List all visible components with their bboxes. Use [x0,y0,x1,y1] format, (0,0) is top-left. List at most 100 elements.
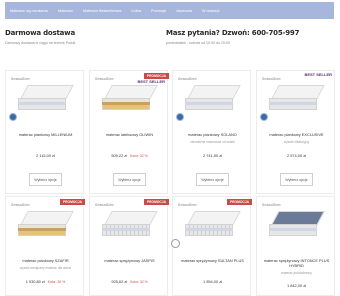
product-image[interactable]: SensoSive [257,197,336,253]
mattress-stripe [185,102,233,105]
quality-badge-icon [9,113,17,121]
product-name[interactable]: materac sprężynowy INTONCE PLUS HYBRID [257,258,336,268]
product-card[interactable]: SensoSive PROMOCJA materac piankowy SZAFIR… [5,196,85,296]
mattress-top [271,85,325,99]
product-card[interactable]: SensoSive PROMOCJA materac sprężynowy JASP… [89,196,169,296]
brand-logo: SensoSive [178,203,197,207]
product-card[interactable]: SensoSive materac piankowy SOLANO niezależ… [172,70,251,194]
product-name[interactable]: materac sprężynowy SULTAN PLUS [173,258,252,263]
brand-logo: SensoSive [95,203,114,207]
mattress-top [20,211,74,225]
price-value: 925,62 zł [111,279,128,284]
mattress-stripe [18,228,66,231]
mattress-stripe [102,228,150,231]
choose-options-button[interactable]: Wybierz opcje [113,173,146,186]
promo-ribbon: PROMOCJA [143,199,169,205]
mattress-illustration [185,85,241,115]
promo-ribbon: PROMOCJA [226,199,252,205]
nav-item-lozka[interactable]: Łóżka [127,9,147,13]
scroll-indicator[interactable] [171,239,180,248]
mattress-top [187,211,241,225]
product-name[interactable]: materac piankowy SOLANO [173,132,252,137]
mattress-stripe [102,102,150,105]
shipping-subtitle: Darmowy dostawa w ciągu na terenie Polsk… [5,41,76,45]
choose-options-button[interactable]: Wybierz opcje [280,173,313,186]
discount-label: Kolor: 32 % [130,154,148,158]
phone-info: Masz pytania? Dzwoń: 600-705-997 poniedz… [166,29,299,45]
product-image[interactable]: SensoSive [173,71,252,127]
brand-logo: SensoSive [11,77,30,81]
product-image[interactable]: SensoSive PROMOCJA [173,197,252,253]
best-seller-badge: BEST SELLER [137,79,165,84]
product-image[interactable]: SensoSive PROMOCJA [90,197,169,253]
discount-label: Kolor: 30 % [47,280,66,284]
brand-logo: SensoSive [178,77,197,81]
product-card[interactable]: SensoSive PROMOCJA BEST SELLER materac late… [89,70,169,194]
product-card[interactable]: SensoSive BEST SELLER materac piankowy EXC… [256,70,335,194]
product-card[interactable]: SensoSive materac piankowy MILLENIUM 2 115… [5,70,84,194]
mattress-stripe [269,102,317,105]
discount-label: Kolor: 32 % [130,280,148,284]
brand-logo: SensoSive [11,203,30,207]
phone-title: Masz pytania? Dzwoń: 600-705-997 [166,29,300,37]
phone-subtitle: poniedziałek - sobota od 10:00 do 20:00 [166,41,230,45]
mattress-stripe [185,228,233,231]
mattress-illustration [18,85,74,115]
product-image[interactable]: SensoSive [6,71,85,127]
product-description: materac jednostronny [281,271,312,275]
product-card[interactable]: SensoSive PROMOCJA materac sprężynowy SULT… [172,196,252,296]
top-navigation: Materace wg rozmiarów Materace Materace … [0,0,340,22]
choose-options-button[interactable]: Wybierz opcje [29,173,62,186]
product-name[interactable]: materac piankowy EXCLUSIVE [257,132,336,137]
promo-ribbon: PROMOCJA [59,199,85,205]
mattress-top [20,85,74,99]
shipping-title: Darmowa dostawa [5,29,75,37]
quality-badge-icon [176,113,184,121]
product-name[interactable]: materac piankowy SZAFIR [6,258,85,263]
choose-options-button[interactable]: Wybierz opcje [196,173,229,186]
price-value: 2 574,00 zł [286,153,307,158]
product-price: 1 842,00 zł [257,283,336,288]
price-value: 1 030,80 zł [25,279,45,284]
mattress-illustration [102,211,158,241]
mattress-top [271,211,325,225]
product-price: 2 115,00 zł [6,153,85,158]
product-name[interactable]: materac piankowy MILLENIUM [6,132,85,137]
price-value: 509,22 zł [111,153,128,158]
quality-badge-icon [260,113,268,121]
product-name[interactable]: materac sprężynowy JASPIS [90,258,169,263]
mattress-illustration [269,85,325,115]
brand-logo: SensoSive [262,203,281,207]
mattress-illustration [18,211,74,241]
nav-item-nowosci[interactable]: W nowości [197,9,224,13]
product-name[interactable]: materac lateksowy OLIWIN [90,132,169,137]
nav-bar: Materace wg rozmiarów Materace Materace … [5,2,334,19]
brand-logo: SensoSive [262,77,281,81]
product-description: wysoki nieakcyjny [283,140,310,144]
product-image[interactable]: SensoSive PROMOCJA BEST SELLER [90,71,169,127]
nav-item-bestsellery[interactable]: Materace Bestsellerowe [78,9,126,13]
product-price: 2 574,00 zł [257,153,336,158]
product-price: 509,22 zł Kolor: 32 % [90,153,169,158]
nav-item-promocje[interactable]: Promocje [146,9,171,13]
product-image[interactable]: SensoSive PROMOCJA [6,197,85,253]
mattress-illustration [102,85,158,115]
mattress-top [104,85,158,99]
product-image[interactable]: SensoSive BEST SELLER [257,71,336,127]
mattress-illustration [185,211,241,241]
brand-logo: SensoSive [95,77,114,81]
product-price: 1 030,80 zł Kolor: 30 % [6,279,85,284]
nav-item-materace[interactable]: Materace [53,9,78,13]
price-value: 1 842,00 zł [286,283,307,288]
product-card[interactable]: SensoSive materac sprężynowy INTONCE PLUS… [256,196,335,296]
nav-item-rozmiary[interactable]: Materace wg rozmiarów [5,9,53,13]
product-description: wysoki medyczny materac dla dzieci [19,266,72,270]
price-value: 2 741,50 zł [202,153,223,158]
mattress-top [104,211,158,225]
price-value: 2 115,00 zł [36,153,55,158]
product-price: 925,62 zł Kolor: 32 % [90,279,169,284]
nav-item-akcesoria[interactable]: Akcesoria [171,9,197,13]
shipping-info: Darmowa dostawa Darmowy dostawa w ciągu … [5,29,75,45]
mattress-top [187,85,241,99]
product-description: niezależne nawozowe od ludzie [190,140,235,144]
